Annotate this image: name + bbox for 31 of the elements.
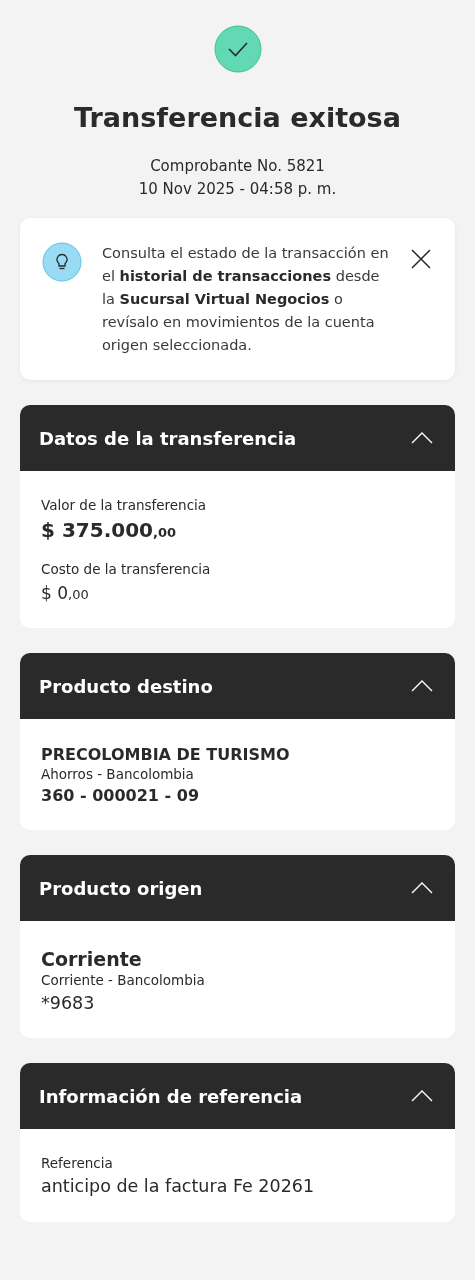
amount-value: $ 375.000,00: [41, 516, 176, 543]
page-title: Transferencia exitosa: [73, 101, 402, 135]
account-holder: PRECOLOMBIA DE TURISMO: [41, 745, 290, 766]
close-icon[interactable]: [410, 248, 432, 270]
account-type: Corriente - Bancolombia: [41, 972, 205, 990]
chevron-up-icon[interactable]: [411, 1089, 433, 1104]
section-title: Datos de la transferencia: [39, 427, 297, 449]
section-header[interactable]: Datos de la transferencia: [20, 405, 455, 471]
chevron-up-icon[interactable]: [411, 679, 433, 694]
lightbulb-icon: [42, 242, 82, 282]
section-header[interactable]: Producto origen: [20, 855, 455, 922]
receipt-number: Comprobante No. 5821: [150, 156, 325, 177]
section-title: Información de referencia: [39, 1085, 303, 1107]
section-header[interactable]: Producto destino: [20, 653, 455, 720]
amount-value: $ 0,00: [41, 582, 89, 605]
transaction-date: 10 Nov 2025 - 04:58 p. m.: [138, 179, 337, 200]
field-value: *9683: [41, 991, 95, 1015]
field-label: Referencia: [41, 1155, 113, 1173]
section-header[interactable]: Información de referencia: [20, 1063, 455, 1130]
field-label: Valor de la transferencia: [41, 497, 207, 515]
account-number: 360 - 000021 - 09: [41, 785, 200, 807]
field-value: anticipo de la factura Fe 20261: [41, 1174, 315, 1198]
product-name: Corriente: [41, 947, 142, 972]
chevron-up-icon[interactable]: [411, 431, 433, 445]
info-message: Consulta el estado de la transacción en el historial de transacciones desde la Sucursal Virtual Negocios o revísalo en movimientos de la cuenta origen seleccionada.: [102, 244, 390, 355]
account-type: Ahorros - Bancolombia: [41, 766, 194, 784]
chevron-up-icon[interactable]: [411, 881, 433, 896]
section-title: Producto destino: [39, 675, 213, 697]
success-check-icon: [213, 25, 262, 73]
section-title: Producto origen: [39, 877, 203, 899]
field-label: Costo de la transferencia: [41, 560, 211, 579]
